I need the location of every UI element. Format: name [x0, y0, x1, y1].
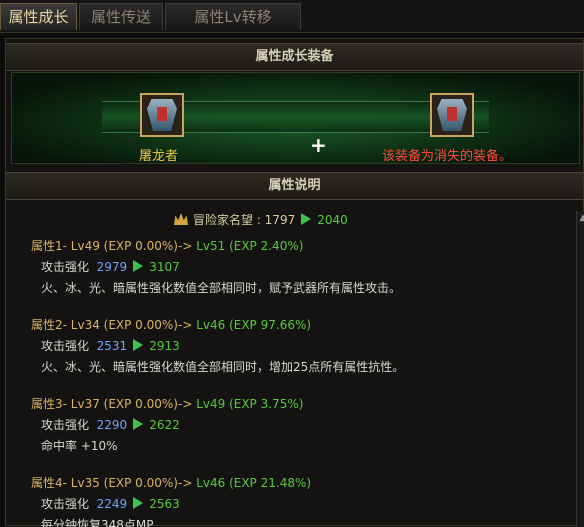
source-equip-slot[interactable]: [140, 93, 184, 137]
plus-icon: +: [310, 133, 327, 157]
gem-icon: [447, 107, 457, 121]
attribute-4-stat: 攻击强化 2249 2563: [41, 497, 180, 511]
tab-bar: 属性成长 属性传送 属性Lv转移: [0, 0, 584, 33]
tab-attribute-lv-move[interactable]: 属性Lv转移: [165, 3, 301, 30]
attribute-4-desc: 每分钟恢复348点MP: [41, 518, 154, 527]
arrow-right-icon: [133, 260, 144, 272]
equip-slots-area: + 屠龙者 该装备为消失的装备。: [11, 72, 580, 164]
arrow-right-icon: [133, 339, 144, 351]
attribute-1-stat: 攻击强化 2979 3107: [41, 260, 180, 274]
gem-icon: [157, 107, 167, 121]
arrow-right-icon: [301, 213, 312, 225]
tab-attribute-transfer[interactable]: 属性传送: [79, 3, 163, 30]
arrow-right-icon: [133, 497, 144, 509]
attribute-3-desc: 命中率 +10%: [41, 439, 118, 453]
attribute-2-desc: 火、冰、光、暗属性强化数值全部相同时，增加25点所有属性抗性。: [41, 360, 405, 374]
attribute-1-level: 属性1- Lv49 (EXP 0.00%)-> Lv51 (EXP 2.40%): [31, 239, 304, 253]
adventurer-fame: 冒险家名望 : 1797 2040: [174, 211, 348, 228]
attribute-panel: 属性成长装备 + 屠龙者 该装备为消失的装备。 属性说明 冒险家名望 : 179…: [5, 38, 584, 527]
attribute-2-stat: 攻击强化 2531 2913: [41, 339, 180, 353]
source-equip-name: 屠龙者: [139, 149, 179, 164]
equip-section-title: 属性成长装备: [6, 43, 583, 71]
crown-icon: [174, 213, 188, 225]
attribute-3-stat: 攻击强化 2290 2622: [41, 418, 180, 432]
scrollbar[interactable]: ▲: [576, 211, 584, 527]
attribute-3-level: 属性3- Lv37 (EXP 0.00%)-> Lv49 (EXP 3.75%): [31, 397, 304, 411]
target-equip-name: 该装备为消失的装备。: [382, 149, 513, 164]
arrow-right-icon: [133, 418, 144, 430]
attribute-1-desc: 火、冰、光、暗属性强化数值全部相同时，赋予武器所有属性攻击。: [41, 281, 402, 295]
fame-label: 冒险家名望 : 1797: [193, 213, 296, 227]
tab-attribute-growth[interactable]: 属性成长: [0, 3, 77, 30]
attribute-description: 冒险家名望 : 1797 2040 属性1- Lv49 (EXP 0.00%)->…: [6, 191, 576, 527]
attribute-2-level: 属性2- Lv34 (EXP 0.00%)-> Lv46 (EXP 97.66%…: [31, 318, 312, 332]
target-equip-slot[interactable]: [430, 93, 474, 137]
attribute-4-level: 属性4- Lv35 (EXP 0.00%)-> Lv46 (EXP 21.48%…: [31, 476, 312, 490]
fame-next: 2040: [317, 213, 348, 227]
scroll-up-icon[interactable]: ▲: [578, 213, 584, 223]
